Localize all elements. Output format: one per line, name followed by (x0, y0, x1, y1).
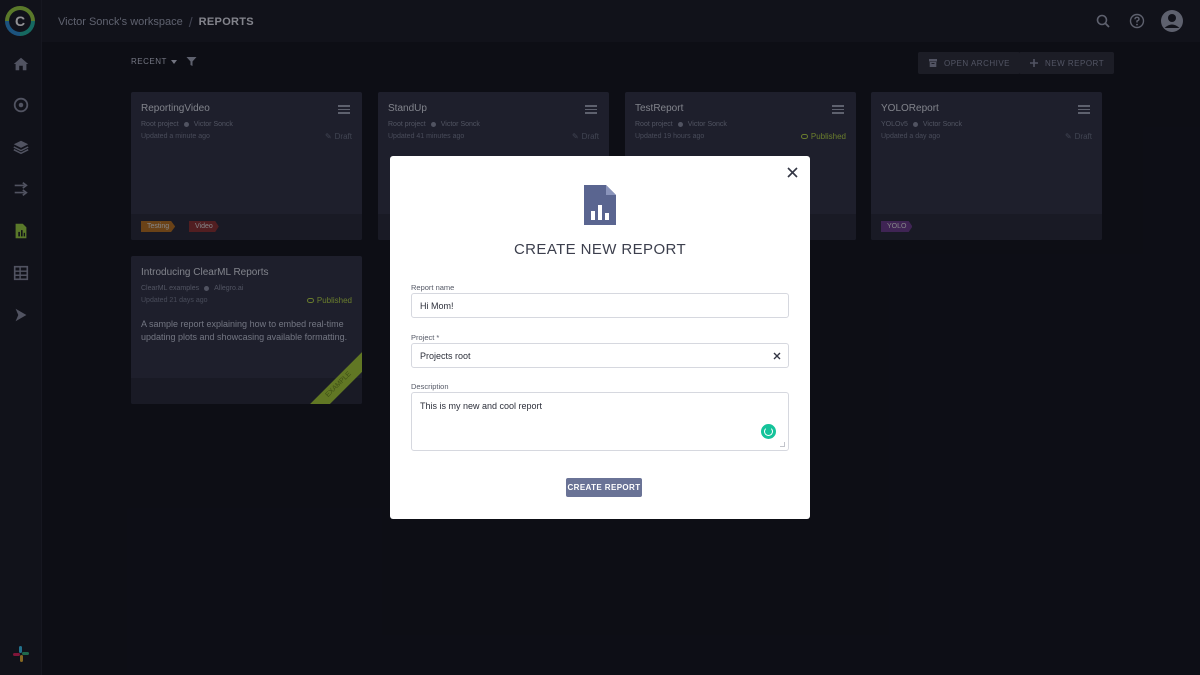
grammarly-icon[interactable] (761, 424, 776, 439)
clear-icon[interactable] (773, 352, 781, 360)
report-name-value: Hi Mom! (420, 301, 454, 311)
create-report-button[interactable]: CREATE REPORT (566, 478, 642, 497)
description-label: Description (411, 382, 449, 391)
project-value: Projects root (420, 351, 471, 361)
dialog-title: CREATE NEW REPORT (513, 241, 687, 258)
description-value: This is my new and cool report (420, 401, 543, 411)
close-icon[interactable] (787, 167, 798, 178)
description-textarea[interactable]: This is my new and cool report (411, 392, 789, 451)
project-label: Project * (411, 333, 440, 342)
create-report-dialog: CREATE NEW REPORT Report name Hi Mom! Pr… (390, 156, 810, 519)
resize-handle-icon[interactable] (780, 442, 785, 447)
report-document-icon (584, 185, 616, 225)
report-name-input[interactable]: Hi Mom! (411, 293, 789, 318)
report-name-label: Report name (411, 283, 455, 292)
project-select[interactable]: Projects root (411, 343, 789, 368)
